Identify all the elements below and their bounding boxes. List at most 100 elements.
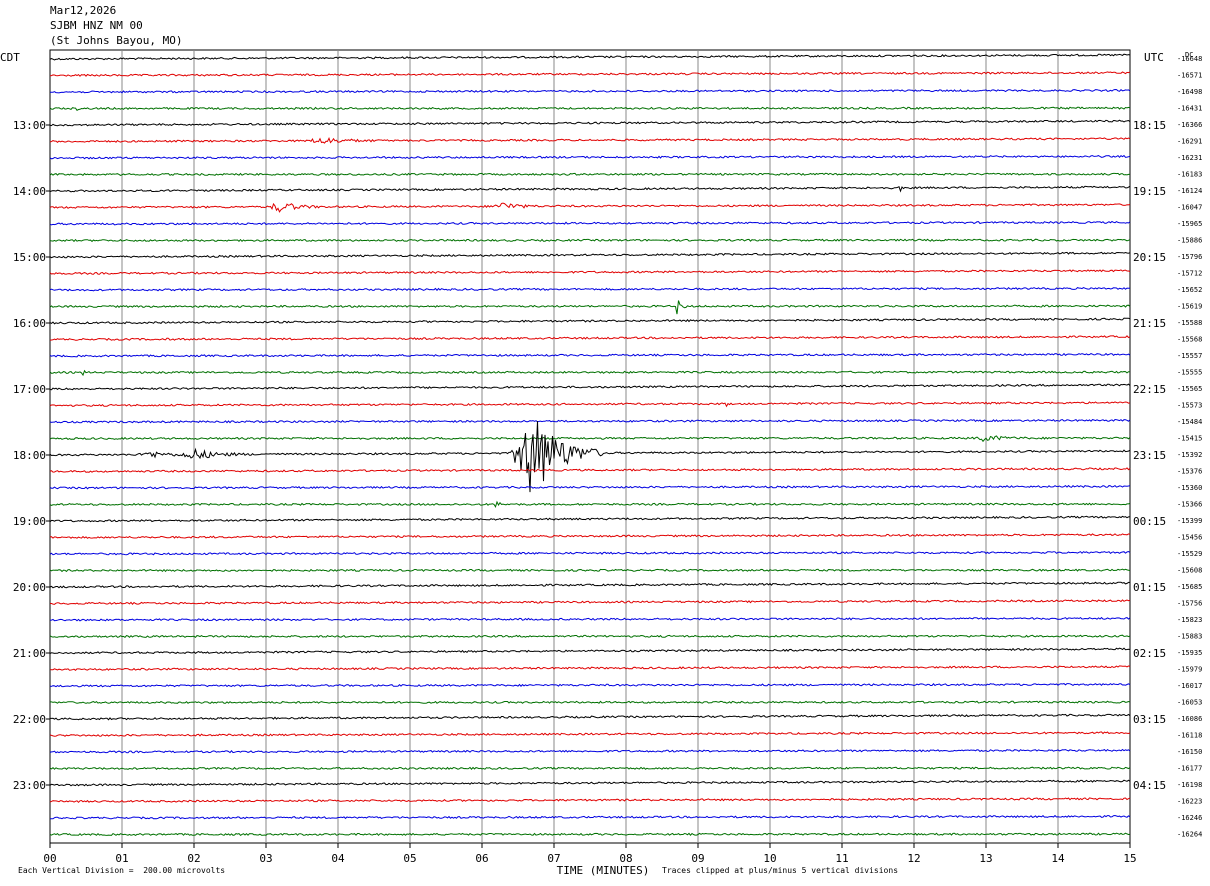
seismic-trace: [49, 269, 1131, 275]
dc-offset-label: -16183: [1177, 171, 1202, 179]
dc-offset-label: -15652: [1177, 286, 1202, 294]
dc-offset-label: -16177: [1177, 765, 1202, 773]
seismic-trace: [49, 533, 1131, 539]
plot-frame: [49, 49, 1131, 844]
right-hour-label: 04:15: [1133, 779, 1166, 792]
dc-offset-label: -16498: [1177, 88, 1202, 96]
dc-offset-label: -15568: [1177, 336, 1202, 344]
dc-offset-label: -16124: [1177, 187, 1202, 195]
seismic-trace: [49, 515, 1131, 523]
right-hour-label: 01:15: [1133, 581, 1166, 594]
helicorder-plot: 00 01 02 03 04 05 06 07 08 09 10 11 12 13 14 15TIME (MI…: [0, 49, 1202, 877]
dc-offset-label: -16017: [1177, 682, 1202, 690]
seismic-trace: [49, 251, 1131, 259]
dc-offset-label: -16431: [1177, 105, 1202, 113]
dc-offset-label: -15573: [1177, 402, 1202, 410]
seismic-trace: [49, 352, 1131, 358]
dc-offset-label: -16231: [1177, 154, 1202, 162]
left-hour-label: 19:00: [13, 515, 46, 528]
dc-offset-label: -16047: [1177, 204, 1202, 212]
seismic-trace: [49, 797, 1131, 804]
left-hour-label: 18:00: [13, 449, 46, 462]
dc-offset-label: -15392: [1177, 451, 1202, 459]
seismic-trace: [49, 71, 1131, 77]
seismic-trace: [50, 88, 1131, 94]
dc-offset-label: -15456: [1177, 534, 1202, 542]
dc-offset-label: -15886: [1177, 237, 1202, 245]
seismic-trace: [49, 383, 1131, 391]
dc-offset-label: -15712: [1177, 270, 1202, 278]
dc-offset-label: -15965: [1177, 220, 1202, 228]
dc-offset-label: -16264: [1177, 831, 1202, 839]
dc-offset-label: -15415: [1177, 435, 1202, 443]
seismic-trace: [49, 568, 1131, 573]
dc-offset-label: -15360: [1177, 484, 1202, 492]
dc-offset-label: -15796: [1177, 253, 1202, 261]
dc-offset-label: -16246: [1177, 814, 1202, 822]
x-tick-label: 09: [691, 852, 704, 865]
seismic-trace: [49, 814, 1131, 820]
seismic-trace: [50, 599, 1131, 605]
dc-offset-label: -15979: [1177, 666, 1202, 674]
x-tick-label: 06: [475, 852, 488, 865]
dc-offset-label: -16053: [1177, 699, 1202, 707]
dc-offset-label: -16198: [1177, 781, 1202, 789]
seismic-trace: [49, 119, 1131, 127]
x-tick-label: 04: [331, 852, 345, 865]
left-hour-label: 22:00: [13, 713, 46, 726]
seismic-trace: [49, 581, 1130, 589]
seismic-trace: [49, 238, 1131, 243]
right-hour-label: 18:15: [1133, 119, 1166, 132]
left-tz-label: CDT: [0, 51, 20, 64]
x-tick-label: 02: [187, 852, 200, 865]
left-hour-label: 13:00: [13, 119, 46, 132]
dc-offset-label: -15555: [1177, 369, 1202, 377]
dc-offset-label: -15883: [1177, 633, 1202, 641]
right-tz-label: UTC: [1144, 51, 1164, 64]
seismic-trace: [49, 616, 1131, 622]
seismic-trace: [49, 401, 1131, 408]
right-hour-label: 19:15: [1133, 185, 1166, 198]
seismic-trace: [49, 484, 1131, 490]
dc-offset-label: -15756: [1177, 600, 1202, 608]
seismic-trace: [49, 467, 1131, 473]
left-hour-label: 14:00: [13, 185, 46, 198]
dc-offset-label: -15608: [1177, 567, 1202, 575]
x-tick-label: 14: [1051, 852, 1065, 865]
seismic-trace: [49, 748, 1131, 754]
seismic-trace: [49, 136, 1131, 144]
x-tick-label: 15: [1123, 852, 1136, 865]
seismic-trace: [49, 220, 1131, 226]
seismic-trace: [49, 202, 1131, 213]
dc-offset-label: -15366: [1177, 501, 1202, 509]
seismic-trace: [49, 779, 1131, 787]
x-tick-label: 10: [763, 852, 776, 865]
right-hour-label: 03:15: [1133, 713, 1166, 726]
seismic-trace: [49, 665, 1131, 671]
dc-offset-label: -15557: [1177, 352, 1202, 360]
x-tick-label: 05: [403, 852, 416, 865]
dc-offset-label: -15399: [1177, 517, 1202, 525]
right-hour-label: 20:15: [1133, 251, 1166, 264]
x-tick-label: 00: [43, 852, 56, 865]
dc-offset-label: -15529: [1177, 550, 1202, 558]
dc-offset-label: -16223: [1177, 798, 1202, 806]
seismic-trace: [49, 550, 1131, 556]
left-hour-label: 16:00: [13, 317, 46, 330]
seismic-trace: [50, 700, 1131, 704]
dc-offset-label: -16118: [1177, 732, 1202, 740]
seismic-trace: [49, 647, 1131, 655]
x-axis-label: TIME (MINUTES): [557, 864, 650, 877]
scale-note: Each Vertical Division = 200.00 microvol…: [18, 866, 226, 875]
seismic-trace: [49, 683, 1131, 688]
x-tick-label: 13: [979, 852, 992, 865]
dc-offset-label: -16571: [1177, 72, 1202, 80]
seismic-trace: [49, 300, 1131, 315]
left-hour-label: 20:00: [13, 581, 46, 594]
seismic-trace: [49, 172, 1131, 176]
seismic-trace: [49, 500, 1131, 508]
dc-offset-label: -16150: [1177, 748, 1202, 756]
left-hour-label: 17:00: [13, 383, 46, 396]
right-hour-label: 21:15: [1133, 317, 1166, 330]
dc-offset-label: -15823: [1177, 616, 1202, 624]
